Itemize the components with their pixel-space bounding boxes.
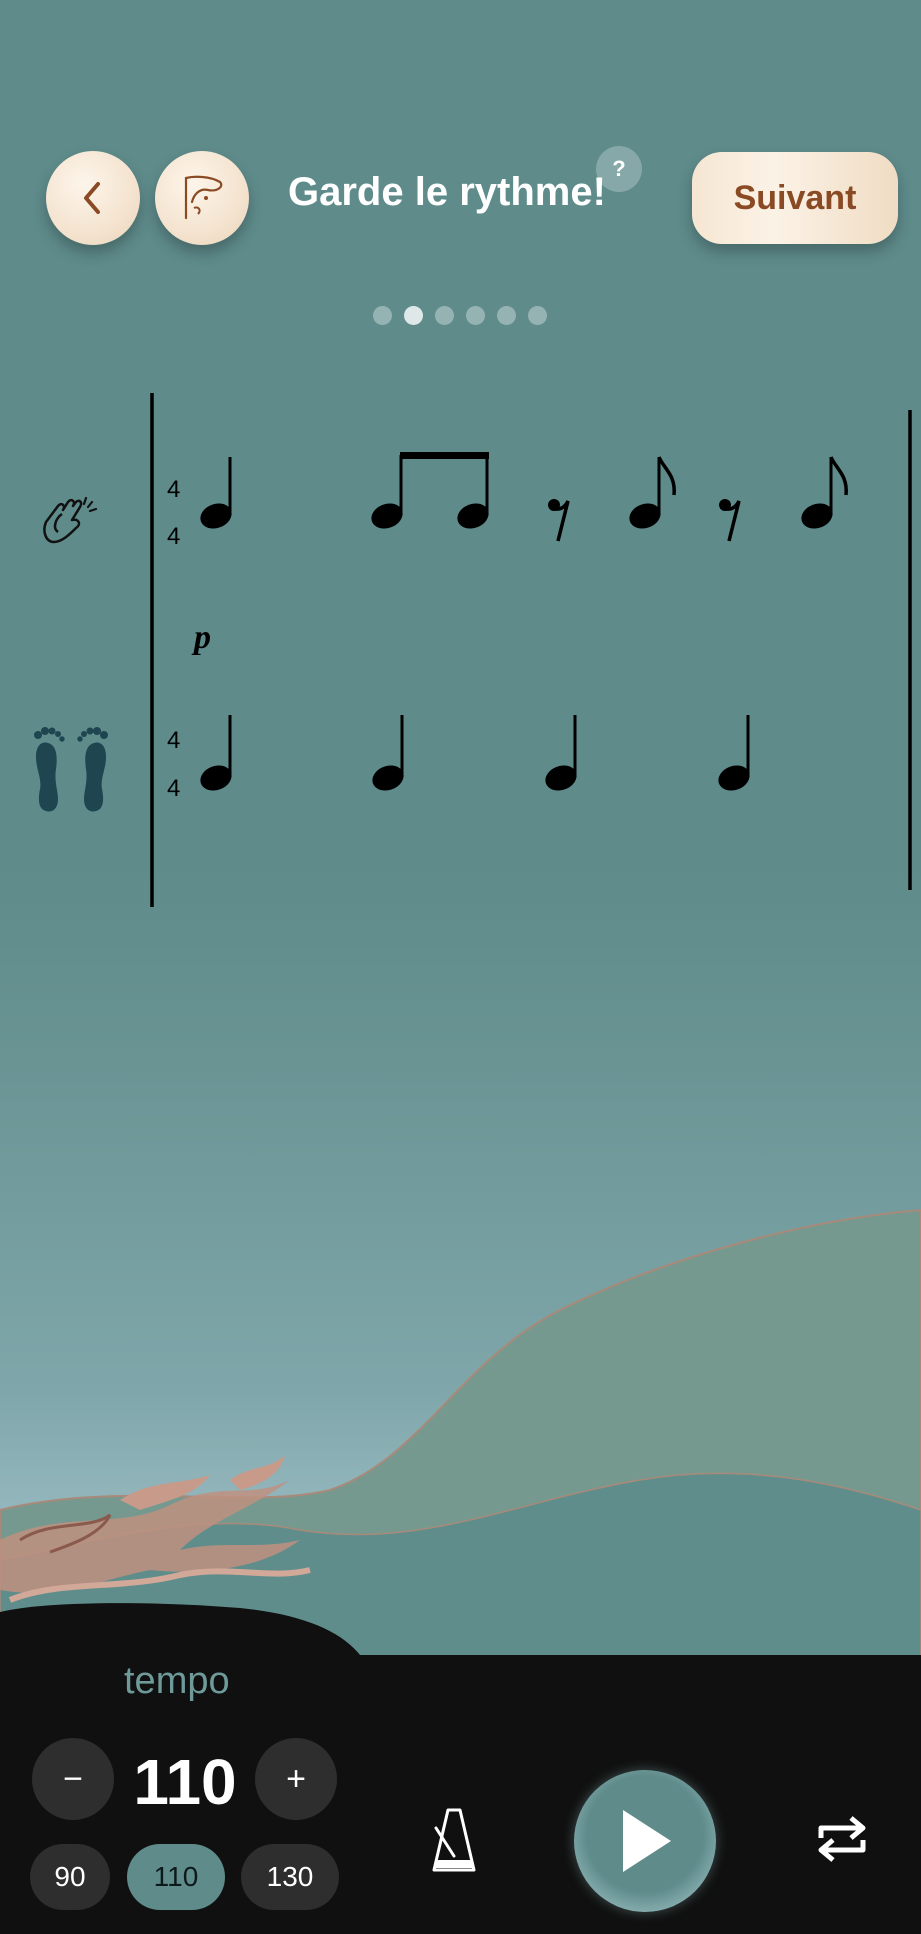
rhythm-score: 4 4 4 4 p (150, 393, 912, 907)
eighth-rest (719, 499, 741, 542)
step-dot (497, 306, 516, 325)
clapping-hands-icon (43, 496, 98, 544)
instrument-button[interactable] (155, 151, 249, 245)
tempo-preset-110[interactable]: 110 (127, 1844, 225, 1910)
minus-icon: − (63, 1759, 83, 1798)
step-dot (373, 306, 392, 325)
play-icon (623, 1810, 671, 1872)
time-signature-top: 4 (167, 727, 180, 754)
step-dot (528, 306, 547, 325)
tempo-label: tempo (124, 1660, 230, 1702)
play-button[interactable] (574, 1770, 716, 1912)
time-signature-bottom: 4 (167, 523, 180, 550)
tempo-preset-130[interactable]: 130 (241, 1844, 339, 1910)
next-button[interactable]: Suivant (692, 152, 898, 244)
repeat-icon[interactable] (815, 1812, 869, 1866)
chevron-left-icon (84, 182, 100, 214)
tempo-value: 110 (133, 1746, 237, 1818)
help-button[interactable]: ? (596, 146, 642, 192)
tempo-decrease-button[interactable]: − (32, 1738, 114, 1820)
plus-icon: + (286, 1759, 306, 1798)
instrument-logo-icon (184, 175, 223, 220)
time-signature-top: 4 (167, 476, 180, 503)
step-dot (466, 306, 485, 325)
dark-hill-shape (0, 1603, 360, 1660)
back-button[interactable] (46, 151, 140, 245)
dynamic-marking: p (191, 619, 211, 656)
tempo-preset-90[interactable]: 90 (30, 1844, 110, 1910)
step-dot-active (404, 306, 423, 325)
step-dot (435, 306, 454, 325)
eighth-rest (548, 499, 570, 542)
metronome-icon[interactable] (428, 1806, 480, 1874)
page-title: Garde le rythme! (288, 170, 606, 214)
step-progress-dots (373, 306, 547, 325)
footprints-icon (34, 727, 108, 812)
time-signature-bottom: 4 (167, 775, 180, 802)
tempo-increase-button[interactable]: + (255, 1738, 337, 1820)
